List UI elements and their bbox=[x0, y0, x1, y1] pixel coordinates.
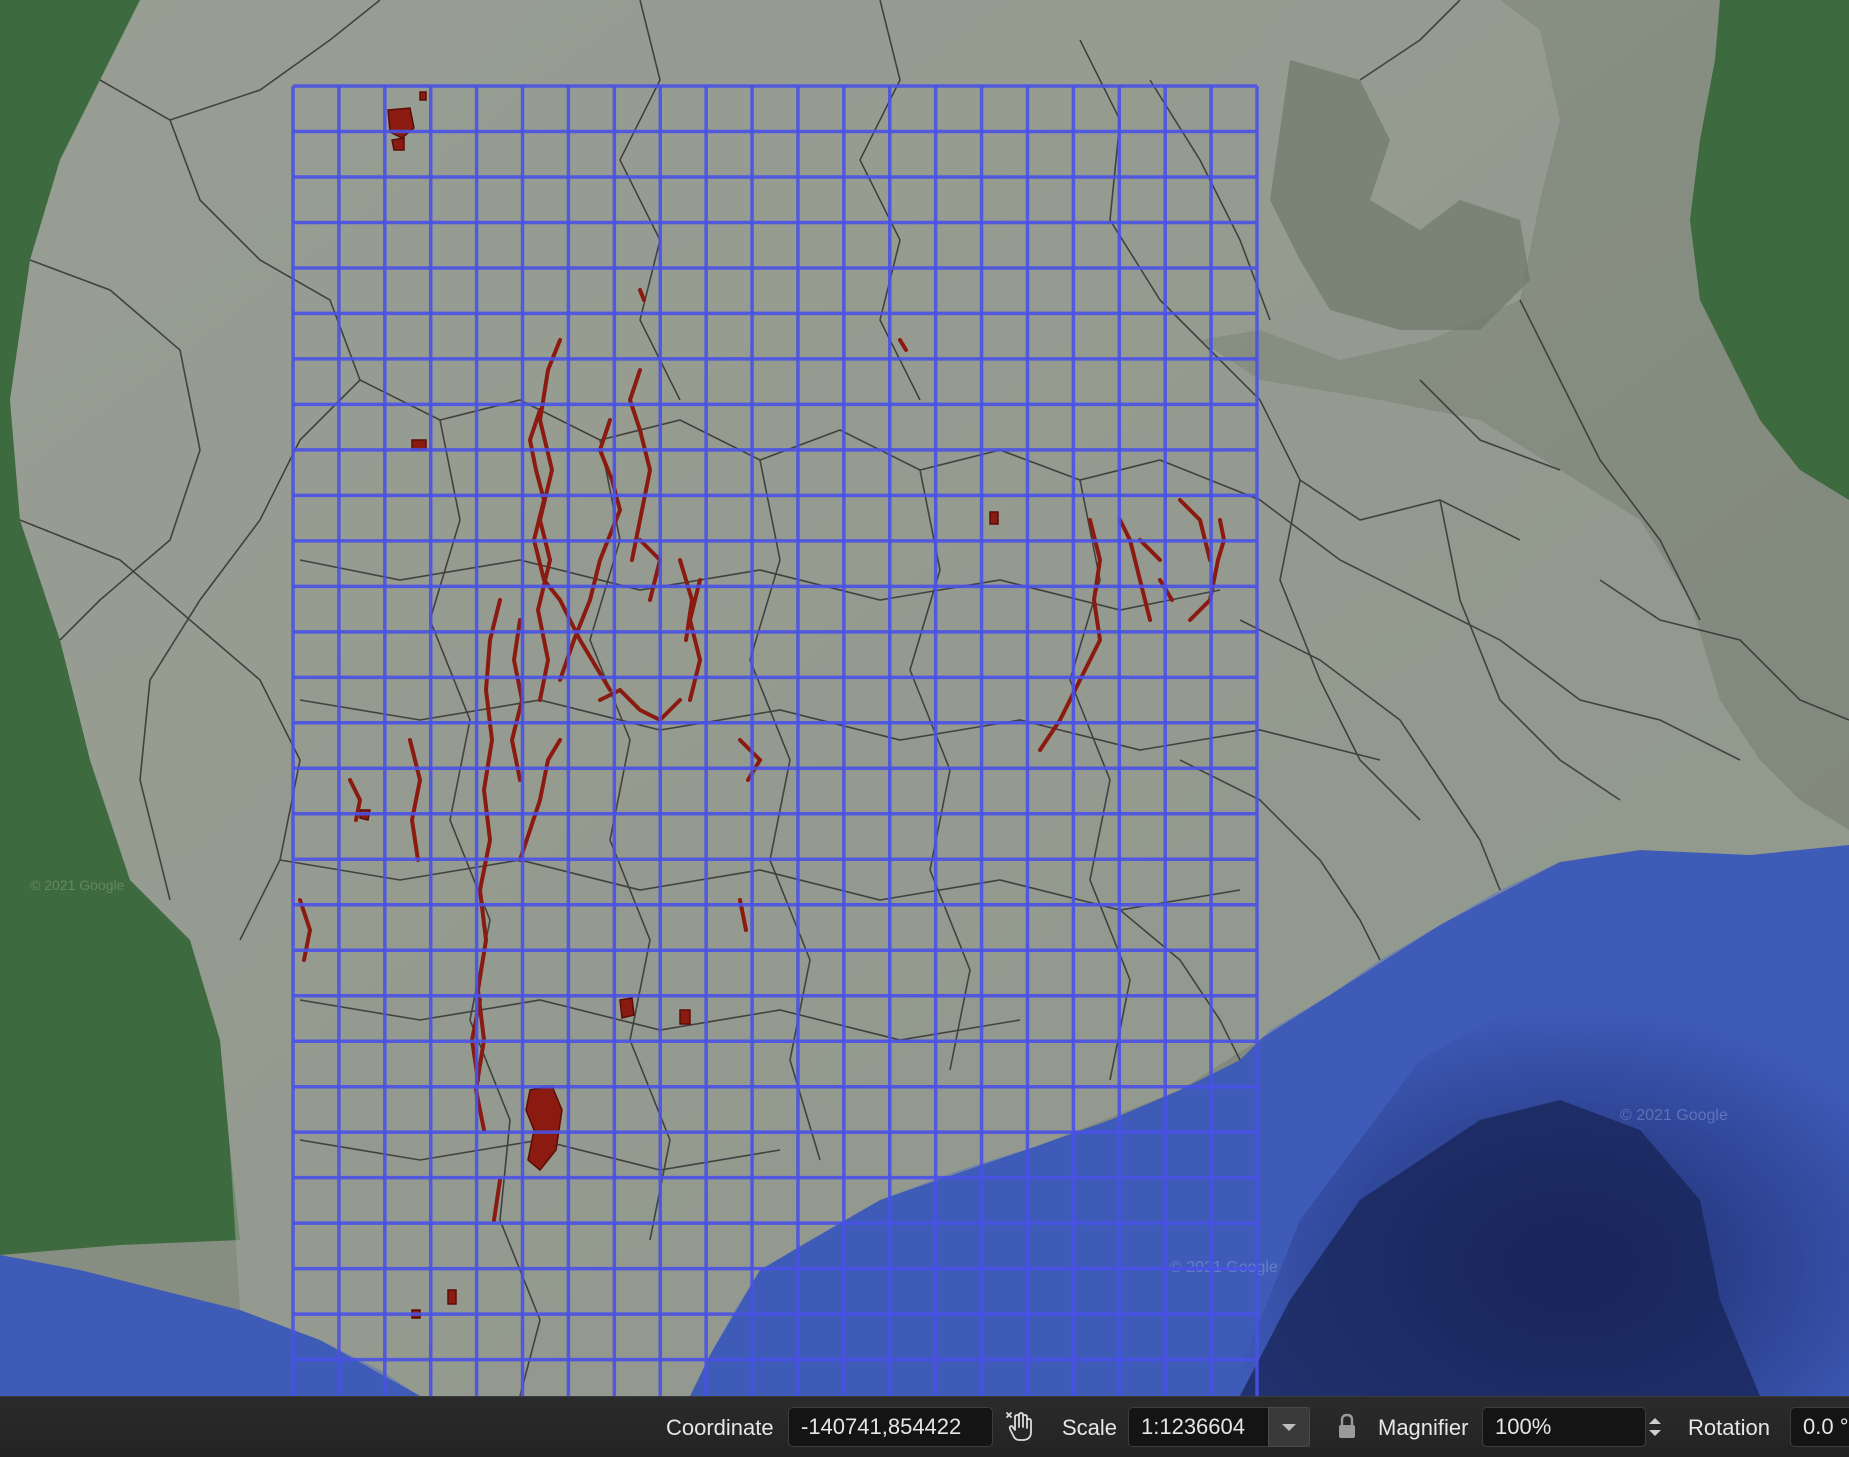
magnifier-field[interactable]: 100% bbox=[1482, 1407, 1646, 1447]
rotation-field[interactable]: 0.0 ° bbox=[1790, 1407, 1849, 1447]
watermark-1: © 2021 Google bbox=[1620, 1107, 1728, 1124]
watermark-3: © 2021 Google bbox=[30, 877, 125, 893]
coordinate-field[interactable]: -140741,854422 bbox=[788, 1407, 993, 1447]
lock-icon[interactable] bbox=[1332, 1407, 1362, 1447]
rotation-label: Rotation bbox=[1688, 1415, 1770, 1440]
coordinate-label: Coordinate bbox=[666, 1415, 774, 1440]
map-canvas[interactable]: © 2021 Google © 2021 Google © 2021 Googl… bbox=[0, 0, 1849, 1396]
pan-hand-icon[interactable] bbox=[1002, 1407, 1038, 1447]
scale-dropdown-button[interactable] bbox=[1268, 1407, 1310, 1447]
spinner-arrows-icon[interactable] bbox=[1640, 1407, 1670, 1447]
map-view[interactable]: © 2021 Google © 2021 Google © 2021 Googl… bbox=[0, 0, 1849, 1396]
magnifier-label: Magnifier bbox=[1378, 1415, 1469, 1440]
status-bar: Coordinate -140741,854422 Scale 1:123660… bbox=[0, 1396, 1849, 1457]
scale-label: Scale bbox=[1062, 1415, 1118, 1440]
dropdown-arrow-icon bbox=[1282, 1424, 1296, 1431]
